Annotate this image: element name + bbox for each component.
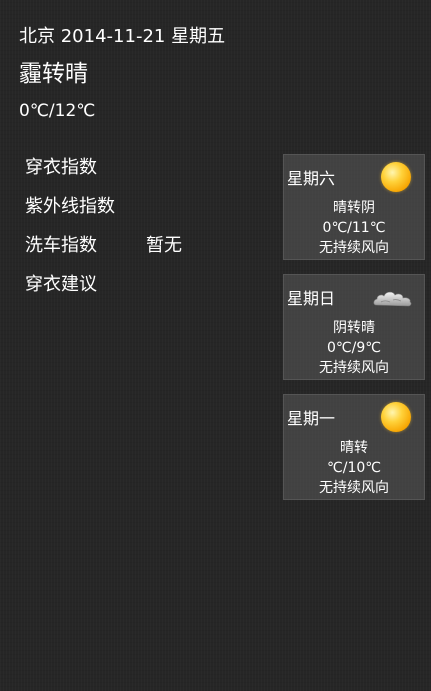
forecast-wind: 无持续风向 bbox=[319, 360, 389, 376]
forecast-weather: 阴转晴 bbox=[333, 320, 375, 336]
index-label: 穿衣指数 bbox=[25, 157, 97, 178]
sun-icon bbox=[380, 161, 412, 193]
forecast-day: 星期一 bbox=[287, 409, 336, 428]
index-list: 穿衣指数 紫外线指数 洗车指数 暂无 穿衣建议 bbox=[25, 155, 265, 311]
today-temperature: 0℃/12℃ bbox=[19, 101, 96, 121]
index-row-dress-advice: 穿衣建议 bbox=[25, 272, 265, 311]
current-date: 2014-11-21 bbox=[60, 26, 166, 47]
forecast-day: 星期六 bbox=[287, 169, 336, 188]
forecast-temperature: 0℃/9℃ bbox=[327, 340, 381, 356]
index-row-dressing: 穿衣指数 bbox=[25, 155, 265, 194]
index-row-carwash: 洗车指数 暂无 bbox=[25, 233, 265, 272]
cloud-icon bbox=[373, 281, 412, 313]
today-weather: 霾转晴 bbox=[19, 61, 88, 87]
forecast-temperature: ℃/10℃ bbox=[327, 460, 381, 476]
header-line: 北京 2014-11-21 星期五 bbox=[19, 26, 225, 48]
sun-icon bbox=[380, 401, 412, 433]
forecast-wind: 无持续风向 bbox=[319, 480, 389, 496]
index-row-uv: 紫外线指数 bbox=[25, 194, 265, 233]
forecast-card-sunday[interactable]: 星期日 阴转晴 0℃/9℃ 无持续风向 bbox=[283, 274, 425, 380]
forecast-day: 星期日 bbox=[287, 289, 336, 308]
forecast-card-monday[interactable]: 星期一 晴转 ℃/10℃ 无持续风向 bbox=[283, 394, 425, 500]
index-label: 穿衣建议 bbox=[25, 274, 97, 295]
city-name: 北京 bbox=[19, 26, 55, 47]
index-label: 洗车指数 bbox=[25, 235, 97, 256]
forecast-wind: 无持续风向 bbox=[319, 240, 389, 256]
forecast-card-saturday[interactable]: 星期六 晴转阴 0℃/11℃ 无持续风向 bbox=[283, 154, 425, 260]
forecast-temperature: 0℃/11℃ bbox=[322, 220, 386, 236]
index-value: 暂无 bbox=[146, 235, 182, 256]
current-weekday: 星期五 bbox=[171, 26, 226, 47]
forecast-weather: 晴转阴 bbox=[333, 200, 375, 216]
index-label: 紫外线指数 bbox=[25, 196, 115, 217]
forecast-weather: 晴转 bbox=[340, 440, 368, 456]
